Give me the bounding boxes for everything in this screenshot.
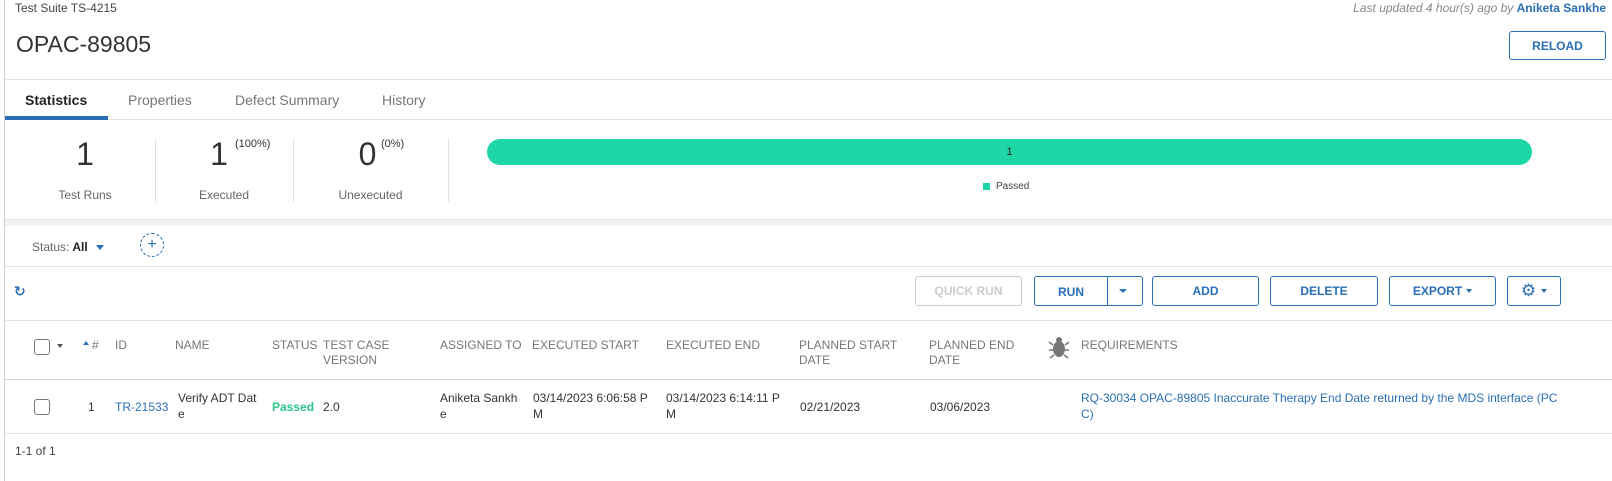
chart-legend: Passed [983,181,1029,192]
bug-icon[interactable] [1048,335,1070,359]
tab-statistics[interactable]: Statistics [25,92,87,108]
tab-bar: Statistics Properties Defect Summary His… [5,80,1612,120]
cell-version: 2.0 [323,400,340,414]
row-checkbox[interactable] [34,399,50,415]
progress-bar-value: 1 [1006,146,1013,158]
col-header-requirements[interactable]: REQUIREMENTS [1081,338,1178,353]
cell-assigned: Aniketa Sankh e [440,390,517,422]
col-header-plan-end[interactable]: PLANNED END DATE [929,338,1014,368]
cell-requirement-link[interactable]: RQ-30034 OPAC-89805 Inaccurate Therapy E… [1081,390,1557,422]
status-filter-label: Status: [32,240,70,254]
cell-plan-start: 02/21/2023 [800,400,861,414]
grid-toolbar: ↻ QUICK RUN RUN ADD DELETE EXPORT ⚙ [5,267,1612,321]
cell-exec-end-line2: M [666,407,676,421]
page-header: Test Suite TS-4215 Last updated 4 hour(s… [5,0,1612,80]
stat-unexecuted: 0 (0%) Unexecuted [293,120,448,220]
reload-button[interactable]: RELOAD [1509,31,1606,60]
col-header-version[interactable]: TEST CASE VERSION [323,338,389,368]
tab-defect-summary[interactable]: Defect Summary [235,92,339,108]
stat-executed-label: Executed [198,188,250,202]
col-header-version-line2: VERSION [323,353,378,367]
cell-exec-start-line2: M [533,407,543,421]
cell-exec-start-line1: 03/14/2023 6:06:58 P [533,391,648,405]
settings-button[interactable]: ⚙ [1507,276,1561,306]
cell-id-link[interactable]: TR-21533 [115,399,168,415]
stat-executed-pct: (100%) [235,138,271,150]
statistics-panel: 1 Test Runs 1 (100%) Executed 0 (0%) Une… [5,120,1612,220]
cell-name-line2: e [178,407,185,421]
col-header-id[interactable]: ID [115,338,127,353]
refresh-icon[interactable]: ↻ [14,283,26,300]
stat-test-runs-label: Test Runs [58,188,112,202]
stat-test-runs: 1 Test Runs [5,120,165,220]
stat-unexecuted-label: Unexecuted [338,188,403,202]
last-updated-text: Last updated 4 hour(s) ago by [1353,1,1517,15]
col-header-num[interactable]: # [92,338,99,353]
col-header-exec-end[interactable]: EXECUTED END [666,338,760,353]
status-badge: Passed [272,400,315,414]
run-button-separator [1107,277,1108,305]
add-button[interactable]: ADD [1152,276,1259,306]
legend-label-passed: Passed [996,181,1030,192]
status-filter[interactable]: Status: All [32,240,104,254]
select-all-checkbox[interactable] [34,339,50,355]
cell-name: Verify ADT Dat e [178,390,256,422]
run-button[interactable]: RUN [1035,285,1107,299]
chevron-down-icon [1466,289,1473,293]
col-header-name[interactable]: NAME [175,338,210,353]
col-header-version-line1: TEST CASE [323,338,390,352]
stat-executed: 1 (100%) Executed [155,120,293,220]
cell-assigned-line2: e [440,407,447,421]
cell-exec-start: 03/14/2023 6:06:58 P M [533,390,648,422]
cell-num: 1 [88,400,95,414]
chevron-down-icon [1541,289,1548,293]
cell-name-line1: Verify ADT Dat [178,391,257,405]
legend-swatch-passed [983,183,990,190]
plus-icon[interactable]: + [140,233,164,257]
cell-assigned-line1: Aniketa Sankh [440,391,518,405]
select-all-dropdown-icon[interactable] [57,344,63,348]
divider [448,138,449,202]
cell-requirement-line1: RQ-30034 OPAC-89805 Inaccurate Therapy E… [1081,391,1558,405]
col-header-status[interactable]: STATUS [272,338,318,353]
progress-bar-passed[interactable]: 1 [487,139,1532,165]
col-header-plan-start[interactable]: PLANNED START DATE [799,338,897,368]
run-button-group[interactable]: RUN [1034,276,1143,306]
cell-plan-end: 03/06/2023 [930,400,991,414]
tab-history[interactable]: History [382,92,426,108]
breadcrumb-suite[interactable]: Test Suite TS-4215 [15,1,117,15]
gear-icon: ⚙ [1520,281,1537,300]
col-header-plan-end-line2: DATE [929,353,961,367]
pagination-info: 1-1 of 1 [15,444,56,458]
col-header-assigned[interactable]: ASSIGNED TO [440,338,522,353]
run-dropdown-icon[interactable] [1119,289,1127,293]
col-header-exec-start[interactable]: EXECUTED START [532,338,639,353]
sort-asc-icon [83,341,89,345]
col-header-plan-start-line1: PLANNED START [799,338,898,352]
filter-bar: Status: All + [5,226,1612,267]
cell-exec-end-line1: 03/14/2023 6:14:11 P [666,391,780,405]
col-header-plan-start-line2: DATE [799,353,831,367]
table-header: # ID NAME STATUS TEST CASE VERSION ASSIGN… [5,321,1612,380]
page-title: OPAC-89805 [16,31,152,57]
stat-unexecuted-pct: (0%) [381,138,405,150]
table-row[interactable]: 1 TR-21533 Verify ADT Dat e Passed 2.0 An… [5,381,1612,434]
col-header-plan-end-line1: PLANNED END [929,338,1015,352]
stat-test-runs-value: 1 [76,136,94,172]
quick-run-button[interactable]: QUICK RUN [915,276,1022,306]
delete-button[interactable]: DELETE [1270,276,1378,306]
cell-exec-end: 03/14/2023 6:14:11 P M [666,390,780,422]
export-label: EXPORT [1412,284,1463,298]
export-button[interactable]: EXPORT [1389,276,1496,306]
last-updated-user[interactable]: Aniketa Sankhe [1517,1,1606,15]
stat-unexecuted-value: 0 [358,136,377,172]
cell-requirement-line2: C) [1081,407,1094,421]
status-filter-value: All [72,240,88,254]
chevron-down-icon [95,244,104,250]
last-updated: Last updated 4 hour(s) ago by Aniketa Sa… [1353,1,1606,15]
tab-properties[interactable]: Properties [128,92,192,108]
